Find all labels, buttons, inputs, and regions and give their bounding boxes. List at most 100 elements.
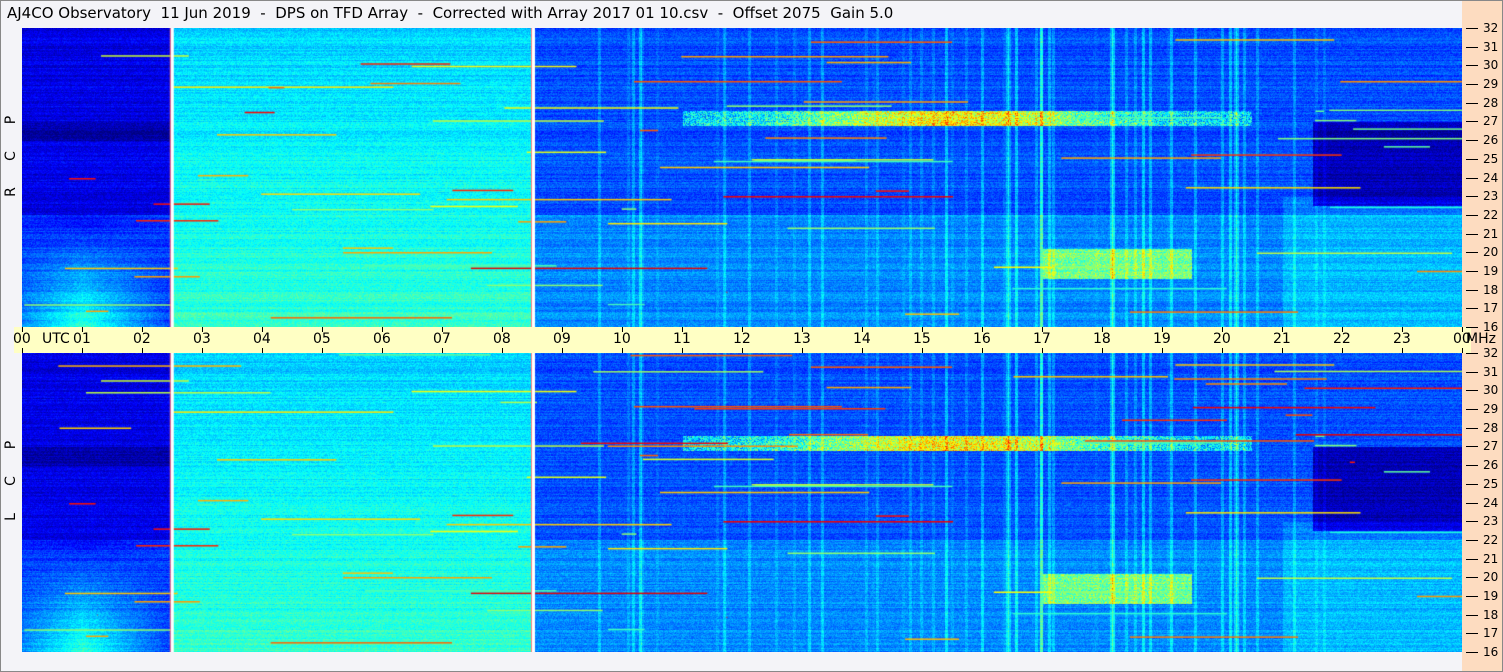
time-tick-label: 19 bbox=[1153, 331, 1171, 347]
polarization-letter: P bbox=[3, 115, 19, 125]
time-tick-label: 09 bbox=[553, 331, 571, 347]
time-tick-label: 11 bbox=[673, 331, 691, 347]
freq-tick-label: 27 bbox=[1483, 114, 1499, 129]
freq-tick-label: 16 bbox=[1483, 645, 1499, 659]
time-tick-label: 00 bbox=[13, 331, 31, 347]
freq-tick-label: 27 bbox=[1483, 439, 1499, 454]
time-tick-label: 17 bbox=[1033, 331, 1051, 347]
freq-tick bbox=[1466, 633, 1478, 635]
freq-tick bbox=[1466, 327, 1478, 328]
time-tick bbox=[982, 348, 983, 353]
freq-tick-label: 19 bbox=[1483, 588, 1499, 603]
freq-tick bbox=[1466, 270, 1478, 272]
freq-tick-label: 21 bbox=[1483, 551, 1499, 566]
time-tick-label: 04 bbox=[253, 331, 271, 347]
time-tick bbox=[322, 348, 323, 353]
time-tick-label: 14 bbox=[853, 331, 871, 347]
time-tick-label: 16 bbox=[973, 331, 991, 347]
freq-tick bbox=[1466, 502, 1478, 504]
freq-tick bbox=[1466, 102, 1478, 104]
freq-tick bbox=[1466, 233, 1478, 235]
time-tick bbox=[262, 348, 263, 353]
freq-tick bbox=[1466, 595, 1478, 597]
time-tick-label: 03 bbox=[193, 331, 211, 347]
freq-tick bbox=[1466, 65, 1478, 67]
freq-tick bbox=[1466, 483, 1478, 485]
time-tick bbox=[1282, 348, 1283, 353]
polarization-letter: L bbox=[3, 513, 19, 521]
polarization-letter: R bbox=[3, 187, 19, 197]
freq-tick-label: 18 bbox=[1483, 607, 1499, 622]
freq-tick bbox=[1466, 446, 1478, 448]
freq-tick-label: 23 bbox=[1483, 514, 1499, 529]
freq-tick-label: 16 bbox=[1483, 320, 1499, 334]
time-tick bbox=[1342, 348, 1343, 353]
time-tick-label: 15 bbox=[913, 331, 931, 347]
freq-tick bbox=[1466, 652, 1478, 653]
time-tick bbox=[442, 348, 443, 353]
time-tick-label: 12 bbox=[733, 331, 751, 347]
freq-tick bbox=[1466, 409, 1478, 411]
freq-tick-label: 19 bbox=[1483, 263, 1499, 278]
utc-label: UTC bbox=[42, 331, 70, 347]
polarization-letter: C bbox=[3, 476, 19, 486]
freq-tick-label: 30 bbox=[1483, 58, 1499, 73]
polarization-letter: P bbox=[3, 440, 19, 450]
freq-tick bbox=[1466, 558, 1478, 560]
freq-tick bbox=[1466, 28, 1478, 29]
freq-tick-label: 25 bbox=[1483, 151, 1499, 166]
freq-tick-label: 29 bbox=[1483, 402, 1499, 417]
freq-tick-label: 32 bbox=[1483, 21, 1499, 35]
polarization-letter: C bbox=[3, 151, 19, 161]
freq-tick-label: 17 bbox=[1483, 626, 1499, 641]
time-tick bbox=[382, 348, 383, 353]
freq-tick-label: 26 bbox=[1483, 458, 1499, 473]
freq-tick bbox=[1466, 214, 1478, 216]
chart-title: AJ4CO Observatory 11 Jun 2019 - DPS on T… bbox=[7, 4, 894, 22]
time-tick-label: 01 bbox=[73, 331, 91, 347]
time-tick bbox=[142, 348, 143, 353]
time-tick bbox=[1162, 348, 1163, 353]
freq-tick-label: 32 bbox=[1483, 346, 1499, 360]
freq-tick bbox=[1466, 252, 1478, 254]
time-tick bbox=[802, 348, 803, 353]
freq-tick-label: 18 bbox=[1483, 282, 1499, 297]
time-tick bbox=[1102, 348, 1103, 353]
freq-tick bbox=[1466, 577, 1478, 579]
time-tick-label: 06 bbox=[373, 331, 391, 347]
time-tick-label: 23 bbox=[1393, 331, 1411, 347]
freq-tick bbox=[1466, 46, 1478, 48]
freq-tick-label: 30 bbox=[1483, 383, 1499, 398]
time-tick-label: 10 bbox=[613, 331, 631, 347]
freq-tick bbox=[1466, 521, 1478, 523]
freq-tick bbox=[1466, 353, 1478, 354]
time-tick bbox=[862, 348, 863, 353]
freq-tick-label: 31 bbox=[1483, 39, 1499, 54]
lcp-spectrogram bbox=[22, 353, 1462, 652]
freq-tick bbox=[1466, 465, 1478, 467]
freq-tick bbox=[1466, 539, 1478, 541]
time-tick bbox=[22, 348, 23, 353]
freq-tick bbox=[1466, 140, 1478, 142]
time-tick-label: 18 bbox=[1093, 331, 1111, 347]
freq-tick-label: 24 bbox=[1483, 170, 1499, 185]
time-tick-label: 21 bbox=[1273, 331, 1291, 347]
time-tick-label: 13 bbox=[793, 331, 811, 347]
time-tick bbox=[82, 348, 83, 353]
freq-tick-label: 23 bbox=[1483, 189, 1499, 204]
freq-tick bbox=[1466, 614, 1478, 616]
time-tick-label: 05 bbox=[313, 331, 331, 347]
time-tick bbox=[502, 348, 503, 353]
freq-tick-label: 28 bbox=[1483, 95, 1499, 110]
freq-tick bbox=[1466, 177, 1478, 179]
freq-tick bbox=[1466, 84, 1478, 86]
time-tick-label: 20 bbox=[1213, 331, 1231, 347]
time-tick bbox=[742, 348, 743, 353]
freq-tick bbox=[1466, 121, 1478, 123]
freq-tick bbox=[1466, 371, 1478, 373]
freq-tick-label: 31 bbox=[1483, 364, 1499, 379]
time-tick bbox=[1222, 348, 1223, 353]
freq-tick-label: 21 bbox=[1483, 226, 1499, 241]
freq-tick-label: 20 bbox=[1483, 245, 1499, 260]
spectrogram-window: AJ4CO Observatory 11 Jun 2019 - DPS on T… bbox=[0, 0, 1503, 672]
